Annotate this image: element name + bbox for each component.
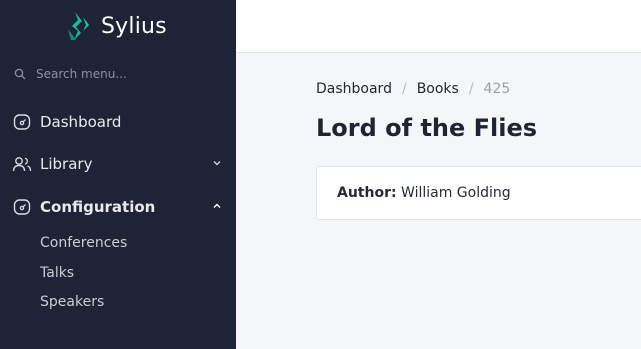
search-input[interactable] [36, 64, 186, 84]
breadcrumb-separator: / [468, 81, 474, 97]
chevron-down-icon[interactable] [212, 158, 222, 168]
breadcrumb-link-dashboard[interactable]: Dashboard [316, 81, 392, 97]
breadcrumb-link-books[interactable]: Books [417, 81, 459, 97]
sidebar: Sylius Dashboard Library [0, 0, 236, 349]
sidebar-search [14, 64, 186, 84]
sidebar-item-label: Dashboard [40, 113, 122, 131]
top-bar [236, 0, 641, 53]
sidebar-item-dashboard[interactable]: Dashboard [12, 108, 224, 136]
sylius-logo-icon [68, 12, 89, 40]
author-value: William Golding [401, 185, 511, 201]
dashboard-icon [12, 112, 32, 132]
brand-name: Sylius [101, 13, 167, 39]
sidebar-item-configuration[interactable]: Configuration [12, 193, 224, 221]
chevron-up-icon[interactable] [212, 201, 222, 211]
logo[interactable]: Sylius [67, 11, 167, 41]
sidebar-subitem-speakers[interactable]: Speakers [40, 294, 104, 312]
author-label: Author: [337, 185, 397, 201]
breadcrumb-separator: / [401, 81, 407, 97]
sidebar-item-library[interactable]: Library [12, 150, 224, 178]
users-icon [12, 154, 32, 174]
breadcrumb: Dashboard / Books / 425 [316, 79, 510, 99]
sidebar-subitem-talks[interactable]: Talks [40, 265, 74, 283]
breadcrumb-current: 425 [483, 81, 511, 97]
page-title: Lord of the Flies [316, 114, 538, 142]
author-row: Author: William Golding [337, 185, 511, 201]
sidebar-item-label: Library [40, 155, 93, 173]
sidebar-item-label: Configuration [40, 198, 156, 216]
search-icon [14, 68, 26, 80]
sidebar-subitem-conferences[interactable]: Conferences [40, 235, 127, 253]
dashboard-icon [12, 197, 32, 217]
details-card: Author: William Golding [316, 166, 641, 220]
